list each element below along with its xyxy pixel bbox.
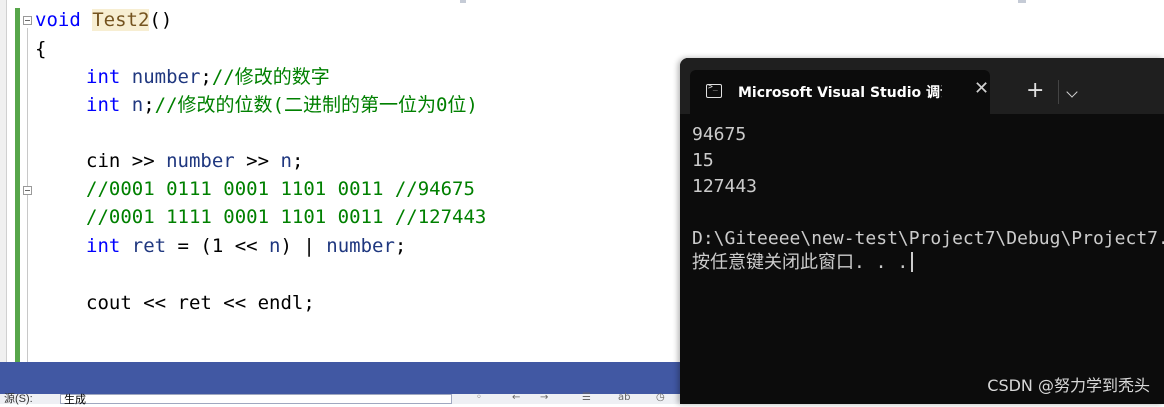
code-text: ; <box>143 94 155 116</box>
output-source-dropdown[interactable]: 生成 <box>60 394 452 406</box>
keyword: int <box>86 94 121 116</box>
terminal-line-text: 按任意键关闭此窗口. . . <box>692 252 909 273</box>
code-text: >> <box>234 150 281 172</box>
variable: n <box>120 94 144 116</box>
output-source-value: 生成 <box>64 394 86 406</box>
editor-margin <box>0 0 7 362</box>
code-line-11: cout << ret << endl; <box>86 290 315 316</box>
code-text: cout << ret << endl; <box>86 292 315 314</box>
terminal-window[interactable]: Microsoft Visual Studio 调试控制台 ✕ + 94675 … <box>680 58 1164 404</box>
code-line-2: { <box>35 36 46 62</box>
variable: n <box>269 235 281 257</box>
terminal-line: 94675 <box>692 124 747 145</box>
new-tab-icon[interactable]: + <box>1026 78 1044 103</box>
word-wrap-icon[interactable]: ab <box>618 392 630 403</box>
change-tracking-bar <box>15 8 20 362</box>
keyword: int <box>86 66 121 88</box>
editor-top-rule <box>1018 0 1026 3</box>
code-text: { <box>35 38 47 60</box>
function-name: Test2 <box>92 9 150 31</box>
comment: //修改的位数(二进制的第一位为0位) <box>154 94 478 116</box>
code-text: () <box>149 9 173 31</box>
editor-top-rule <box>460 0 466 3</box>
code-line-1: void Test2() <box>35 7 172 33</box>
outline-line <box>27 28 28 362</box>
code-line-6: cin >> number >> n; <box>86 148 303 174</box>
find-icon[interactable]: ◦ <box>476 392 482 403</box>
tab-divider <box>1058 80 1059 104</box>
collapse-icon[interactable] <box>23 186 32 195</box>
chevron-down-icon[interactable] <box>1066 86 1078 98</box>
terminal-tabstrip: Microsoft Visual Studio 调试控制台 ✕ + <box>680 58 1164 114</box>
variable: number <box>326 235 395 257</box>
code-line-7: //0001 0111 0001 1101 0011 //94675 <box>86 176 475 202</box>
collapse-icon[interactable] <box>23 16 32 25</box>
terminal-line: 127443 <box>692 176 758 197</box>
comment: //0001 1111 0001 1101 0011 //127443 <box>86 206 487 228</box>
code-line-8: //0001 1111 0001 1101 0011 //127443 <box>86 204 486 230</box>
code-line-3: int number;//修改的数字 <box>86 64 330 90</box>
code-text: cin >> <box>86 150 167 172</box>
clock-icon[interactable]: ◷ <box>656 392 665 403</box>
code-text: ; <box>200 66 212 88</box>
code-line-9: int ret = (1 << n) | number; <box>86 233 406 259</box>
watermark: CSDN @努力学到秃头 <box>987 376 1150 395</box>
code-text: = (1 << <box>166 235 270 257</box>
variable: number <box>120 66 201 88</box>
comment: //0001 0111 0001 1101 0011 //94675 <box>86 178 475 200</box>
text-cursor <box>911 252 913 272</box>
code-text: ; <box>291 150 304 172</box>
terminal-line: 15 <box>692 150 714 171</box>
prev-icon[interactable]: ← <box>512 392 520 403</box>
comment: //修改的数字 <box>211 66 330 88</box>
clear-all-icon[interactable]: ☰ <box>582 392 591 403</box>
close-icon[interactable]: ✕ <box>974 78 989 99</box>
variable: ret <box>120 235 167 257</box>
terminal-prompt-line: 按任意键关闭此窗口. . . <box>692 250 913 276</box>
terminal-tab[interactable]: Microsoft Visual Studio 调试控制台 ✕ <box>690 70 990 114</box>
next-icon[interactable]: → <box>540 392 548 403</box>
terminal-line: D:\Giteeee\new-test\Project7\Debug\Proje… <box>692 228 1164 249</box>
keyword: void <box>35 9 81 31</box>
code-line-4: int n;//修改的位数(二进制的第一位为0位) <box>86 92 478 118</box>
variable: number <box>166 150 235 172</box>
tab-title: Microsoft Visual Studio 调试控制台 <box>738 85 942 101</box>
code-text: ) | <box>280 235 327 257</box>
code-text: ; <box>394 235 407 257</box>
terminal-icon <box>706 82 722 98</box>
output-toolbar: 源(S): 生成 ◦ ← → ☰ ab ◷ <box>0 392 690 406</box>
terminal-output[interactable]: 94675 15 127443 D:\Giteeee\new-test\Proj… <box>680 114 1164 404</box>
keyword: int <box>86 235 121 257</box>
variable: n <box>280 150 292 172</box>
